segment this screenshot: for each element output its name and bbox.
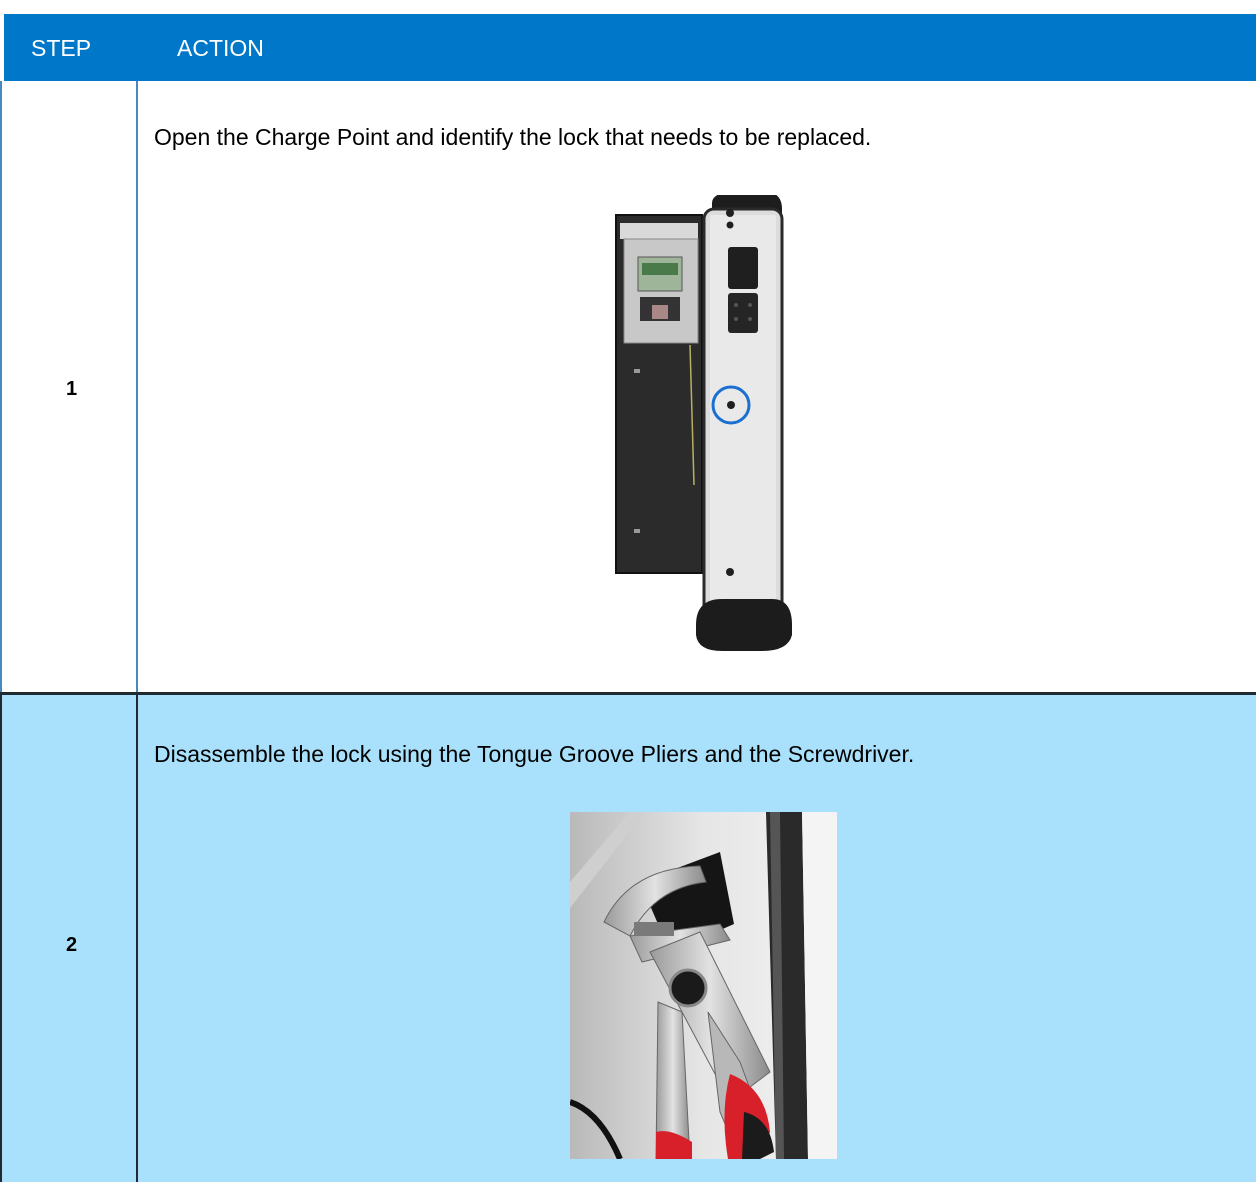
table-row-step-1: 1 Open the Charge Point and identify the… (0, 81, 1256, 693)
step-2-action-text: Disassemble the lock using the Tongue Gr… (154, 741, 915, 767)
table-header-row: STEP ACTION (4, 14, 1256, 81)
column-divider (136, 81, 138, 693)
step-number-1: 1 (66, 378, 78, 400)
column-divider (136, 695, 138, 1182)
header-action-label: ACTION (177, 35, 264, 61)
step-number-2: 2 (66, 934, 78, 956)
charge-point-open-illustration (615, 195, 792, 651)
header-step-label: STEP (31, 35, 92, 61)
door-edge-strip (766, 812, 837, 1159)
charge-point-body (696, 195, 792, 651)
procedure-table: STEP ACTION 1 Open the Charge Point and … (0, 0, 1256, 1182)
pliers-on-lock-illustration (570, 812, 837, 1159)
table-row-step-2: 2 Disassemble the lock using the Tongue … (0, 695, 1256, 1182)
step-1-action-text: Open the Charge Point and identify the l… (154, 124, 872, 150)
open-door-panel (615, 214, 703, 574)
